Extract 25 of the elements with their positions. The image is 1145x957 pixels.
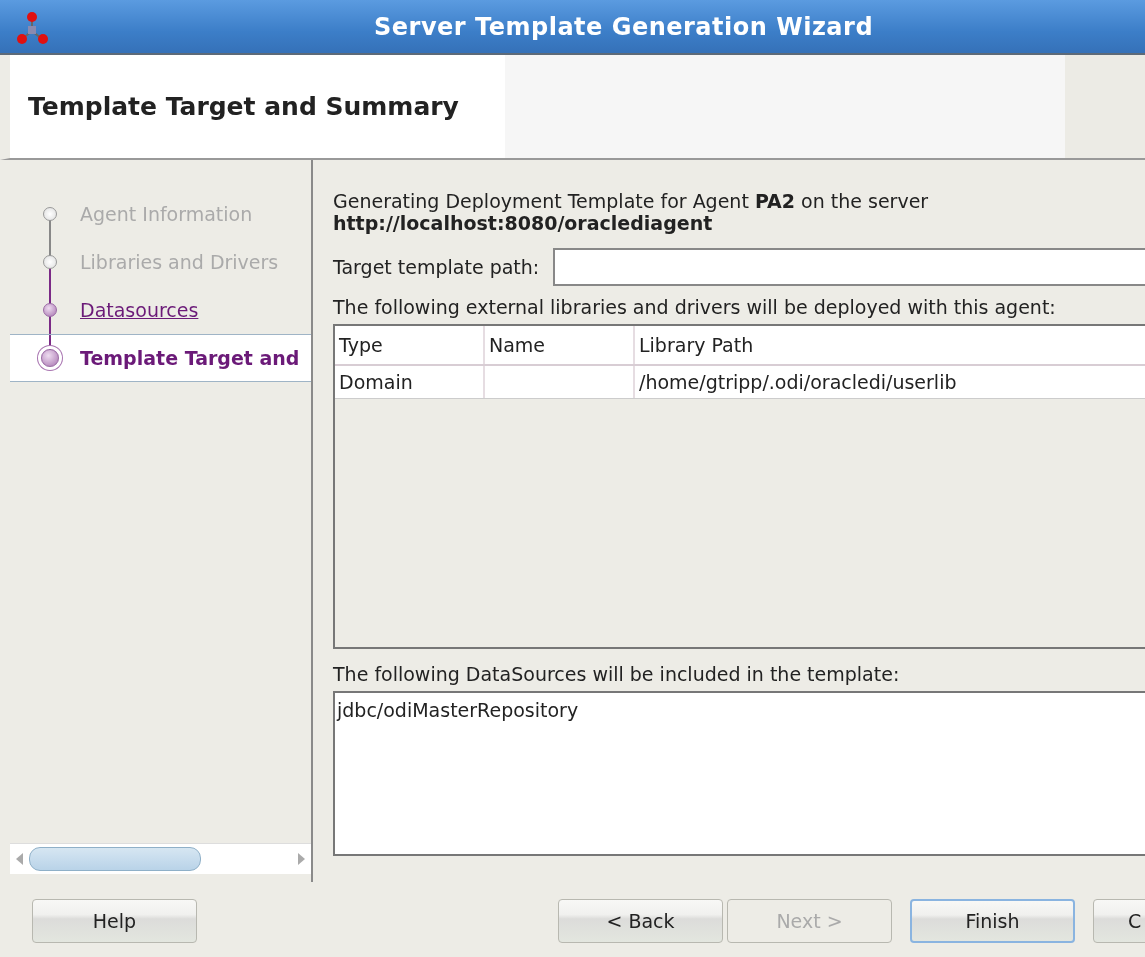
column-header[interactable]: Name bbox=[485, 326, 635, 364]
page-title: Template Target and Summary bbox=[27, 92, 460, 121]
column-header[interactable]: Library Path bbox=[635, 326, 1145, 364]
wizard-button[interactable]: Help bbox=[32, 899, 197, 943]
step-dot-icon bbox=[43, 207, 57, 221]
wizard-button[interactable]: C bbox=[1093, 899, 1145, 943]
input-field[interactable] bbox=[553, 248, 1145, 286]
table-caption: The following external libraries and drivers will be deployed with this agent: bbox=[333, 296, 1057, 318]
list-caption: The following DataSources will be included in the template: bbox=[333, 663, 901, 685]
step-dot-icon bbox=[41, 349, 59, 367]
step-dot-icon bbox=[43, 303, 57, 317]
step-item[interactable]: Datasources bbox=[10, 286, 311, 334]
column-header[interactable]: Type bbox=[335, 326, 485, 364]
list-item[interactable]: jdbc/odiMasterRepository bbox=[337, 699, 1145, 721]
step-dot-icon bbox=[43, 255, 57, 269]
field-label: Target template path: bbox=[333, 256, 540, 278]
intro-text: Generating Deployment Template for Agent PA2 on the server bbox=[333, 190, 930, 212]
table-cell: /home/gtripp/.odi/oracledi/userlib bbox=[635, 366, 1145, 398]
step-item[interactable]: Template Target and bbox=[10, 334, 311, 382]
window-title: Server Template Generation Wizard bbox=[374, 12, 874, 41]
server-url: http://localhost:8080/oraclediagent bbox=[333, 212, 714, 234]
wizard-button[interactable]: Finish bbox=[910, 899, 1075, 943]
wizard-button[interactable]: < Back bbox=[558, 899, 723, 943]
table-cell: Domain bbox=[335, 366, 485, 398]
horizontal-scrollbar[interactable] bbox=[10, 843, 311, 874]
